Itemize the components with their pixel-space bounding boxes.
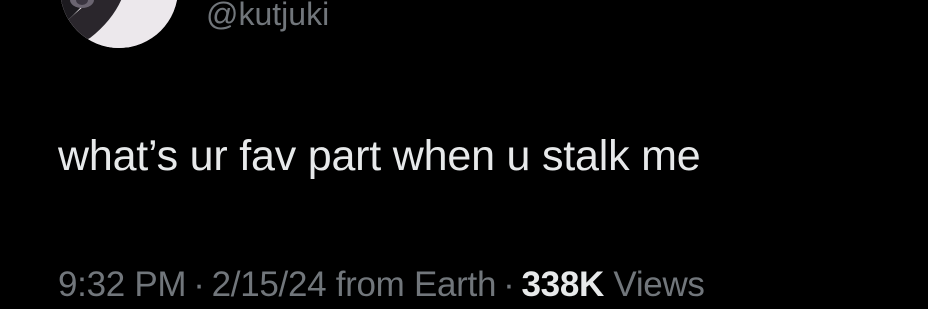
profile-photo-icon [60, 0, 178, 48]
tweet-time[interactable]: 9:32 PM [58, 265, 187, 304]
tweet-metadata: 9:32 PM · 2/15/24 from Earth · 338K Views [58, 263, 705, 307]
separator: · [503, 265, 515, 304]
tweet-source: from Earth [335, 265, 497, 304]
tweet-text: what’s ur fav part when u stalk me [58, 132, 701, 180]
separator: · [193, 265, 205, 304]
author-handle[interactable]: @kutjuki [206, 0, 329, 34]
views-count[interactable]: 338K [521, 265, 604, 304]
tweet-date[interactable]: 2/15/24 [212, 265, 327, 304]
avatar[interactable] [60, 0, 178, 48]
views-label[interactable]: Views [613, 265, 705, 304]
